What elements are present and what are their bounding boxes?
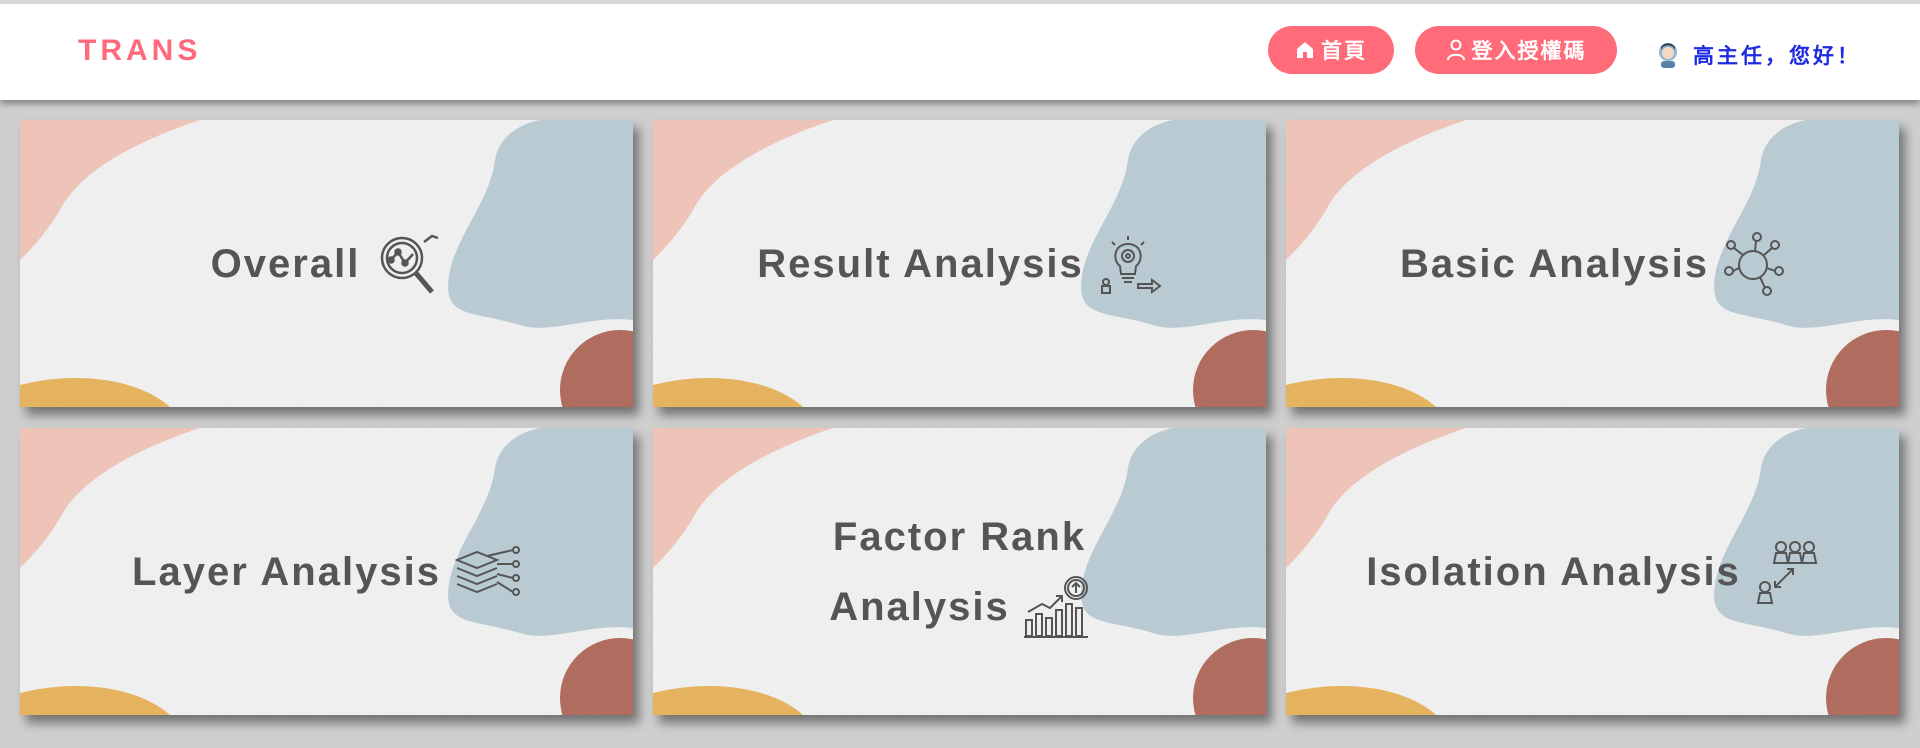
login-code-button[interactable]: 登入授權碼 — [1415, 26, 1617, 74]
lightbulb-gear-icon — [1100, 235, 1162, 294]
card-result-analysis[interactable]: Result Analysis — [653, 120, 1266, 407]
magnifier-chart-icon — [381, 234, 439, 294]
card-title: Basic Analysis — [1400, 241, 1709, 286]
card-title: Result Analysis — [757, 241, 1084, 286]
card-title-line1: Factor Rank — [832, 514, 1087, 559]
greeting-text: 高主任，您好！ — [1693, 45, 1861, 68]
card-layer-analysis[interactable]: Layer Analysis — [20, 428, 633, 715]
login-label: 登入授權碼 — [1471, 40, 1587, 63]
card-title-line2: Analysis — [829, 584, 1010, 629]
home-label: 首頁 — [1321, 40, 1367, 63]
home-icon — [1297, 42, 1313, 58]
card-title: Overall — [210, 241, 361, 286]
card-title: Isolation Analysis — [1366, 549, 1741, 594]
layers-icon — [454, 545, 520, 596]
growth-chart-icon — [1023, 575, 1088, 638]
network-nodes-icon — [1723, 231, 1784, 296]
card-basic-analysis[interactable]: Basic Analysis — [1286, 120, 1899, 407]
avatar — [1659, 43, 1677, 68]
card-overall[interactable]: Overall — [20, 120, 633, 407]
card-title: Layer Analysis — [132, 549, 441, 594]
user-icon — [1446, 39, 1465, 61]
home-button[interactable]: 首頁 — [1268, 26, 1394, 74]
people-isolation-icon — [1756, 540, 1818, 604]
user-greeting: 高主任，您好！ — [1655, 40, 1861, 70]
brand-logo[interactable]: TRANS — [78, 34, 201, 68]
card-factor-rank-analysis[interactable]: Factor Rank Analysis — [653, 428, 1266, 715]
navbar: TRANS 首頁 登入授權碼 高主任，您好！ — [0, 4, 1920, 100]
card-isolation-analysis[interactable]: Isolation Analysis — [1286, 428, 1899, 715]
